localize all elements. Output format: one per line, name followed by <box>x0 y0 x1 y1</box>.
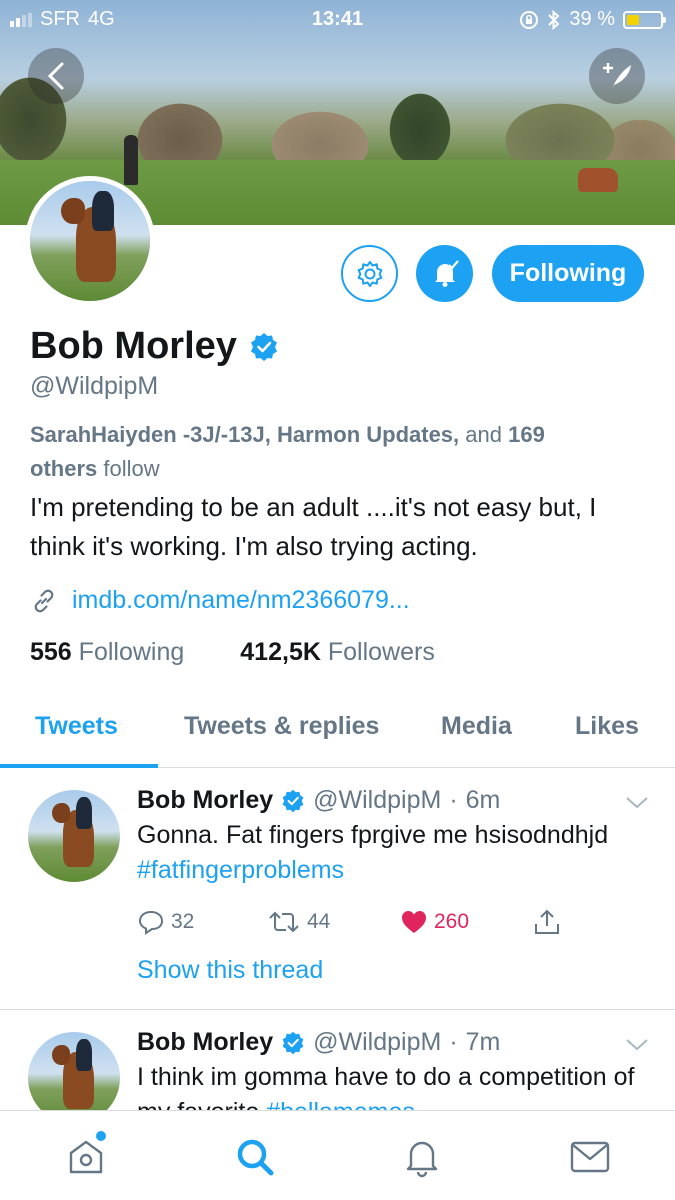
bottom-tab-bar <box>0 1110 675 1200</box>
rotation-lock-icon <box>520 10 539 29</box>
tweet-actions: 32 44 260 <box>137 908 561 936</box>
tweet-author-name[interactable]: Bob Morley <box>137 1028 273 1057</box>
tweet-handle: @WildpipM <box>313 786 442 814</box>
tweet-header: Bob Morley @WildpipM · 6m <box>137 786 500 815</box>
followed-by-follow: follow <box>103 456 160 481</box>
battery-icon <box>623 10 666 29</box>
tab-tweets-replies[interactable]: Tweets & replies <box>184 712 379 741</box>
tab-messages[interactable] <box>566 1133 614 1181</box>
tweet-divider <box>0 1009 675 1010</box>
compose-button[interactable] <box>589 48 645 104</box>
followed-by-count: 169 <box>508 422 545 447</box>
retweet-button[interactable]: 44 <box>267 910 400 934</box>
tab-media[interactable]: Media <box>441 712 512 741</box>
verified-badge-icon <box>250 332 277 361</box>
like-button[interactable]: 260 <box>400 909 533 935</box>
following-count[interactable]: 556 Following <box>30 638 184 667</box>
tab-search[interactable] <box>231 1133 279 1181</box>
retweet-count: 44 <box>307 910 331 933</box>
following-button[interactable]: Following <box>492 245 644 302</box>
followers-count[interactable]: 412,5K Followers <box>240 638 435 667</box>
active-tab-indicator <box>0 764 158 768</box>
tab-tweets[interactable]: Tweets <box>35 712 118 741</box>
tweet-text: I think im gomma have to do a competitio… <box>137 1060 647 1112</box>
reply-count: 32 <box>171 910 195 933</box>
tab-home[interactable] <box>62 1131 110 1181</box>
bluetooth-icon <box>548 9 560 30</box>
banner-person <box>124 135 138 185</box>
tweet-hashtag[interactable]: #fatfingerproblems <box>137 856 344 884</box>
tab-likes[interactable]: Likes <box>575 712 639 741</box>
follow-counts: 556 Following 412,5K Followers <box>30 638 435 667</box>
share-icon <box>535 909 559 934</box>
chevron-down-icon[interactable] <box>625 796 649 810</box>
chevron-down-icon[interactable] <box>625 1038 649 1052</box>
tweet-dot: · <box>449 786 458 814</box>
followed-by[interactable]: SarahHaiyden -3J/-13J, Harmon Updates, a… <box>30 418 650 486</box>
tweet-time: 6m <box>465 786 501 814</box>
tweet-handle: @WildpipM <box>313 1028 442 1056</box>
battery-percent: 39 % <box>569 8 615 30</box>
reply-icon <box>138 910 164 935</box>
back-arrow-icon <box>47 62 64 90</box>
search-icon <box>237 1139 274 1176</box>
tweet-dot: · <box>449 1028 458 1056</box>
followed-by-others: others <box>30 456 98 481</box>
display-name: Bob Morley <box>30 325 237 367</box>
status-bar: SFR 4G 13:41 39 % <box>0 0 675 38</box>
new-content-dot <box>96 1131 106 1141</box>
followed-by-and: and <box>465 422 502 447</box>
profile-bio: I'm pretending to be an adult ....it's n… <box>30 492 597 561</box>
banner-trees <box>0 60 675 170</box>
followed-by-names: SarahHaiyden -3J/-13J, Harmon Updates, <box>30 422 460 447</box>
profile-link-text[interactable]: imdb.com/name/nm2366079... <box>72 586 410 615</box>
profile-avatar[interactable] <box>25 176 155 306</box>
avatar-image <box>30 181 150 301</box>
like-count: 260 <box>434 910 470 933</box>
bell-icon <box>406 1141 438 1178</box>
profile-handle: @WildpipM <box>30 372 159 400</box>
tab-notifications[interactable] <box>398 1133 446 1181</box>
banner-cow <box>578 168 618 192</box>
battery-fill <box>627 14 639 25</box>
compose-icon <box>603 63 631 89</box>
link-icon <box>34 589 54 612</box>
tweet-avatar[interactable] <box>28 1032 120 1112</box>
tweet-text: Gonna. Fat fingers fprgive me hsisodndhj… <box>137 821 609 884</box>
settings-button[interactable] <box>341 245 398 302</box>
back-button[interactable] <box>28 48 84 104</box>
tweet-header: Bob Morley @WildpipM · 7m <box>137 1028 500 1057</box>
reply-button[interactable]: 32 <box>137 908 267 936</box>
tweet-time: 7m <box>465 1028 501 1056</box>
heart-icon <box>402 911 426 933</box>
notifications-button[interactable] <box>416 245 473 302</box>
profile-tabs: Tweets Tweets & replies Media Likes <box>0 700 675 768</box>
tweet-avatar[interactable] <box>28 790 120 882</box>
profile-link[interactable]: imdb.com/name/nm2366079... <box>30 586 410 615</box>
tweet[interactable]: Bob Morley @WildpipM · 7m I think im gom… <box>0 1012 675 1112</box>
share-button[interactable] <box>533 908 561 936</box>
home-icon <box>69 1140 103 1174</box>
bell-icon <box>434 259 459 287</box>
gear-icon <box>357 260 382 287</box>
tweet[interactable]: Bob Morley @WildpipM · 6m Gonna. Fat fin… <box>0 770 675 1010</box>
tweet-author-name[interactable]: Bob Morley <box>137 786 273 815</box>
retweet-icon <box>269 911 299 933</box>
verified-badge-icon <box>282 1031 304 1054</box>
profile-name-row: Bob Morley <box>30 325 279 368</box>
show-thread-link[interactable]: Show this thread <box>137 956 323 985</box>
verified-badge-icon <box>282 789 304 812</box>
mail-icon <box>570 1141 610 1173</box>
